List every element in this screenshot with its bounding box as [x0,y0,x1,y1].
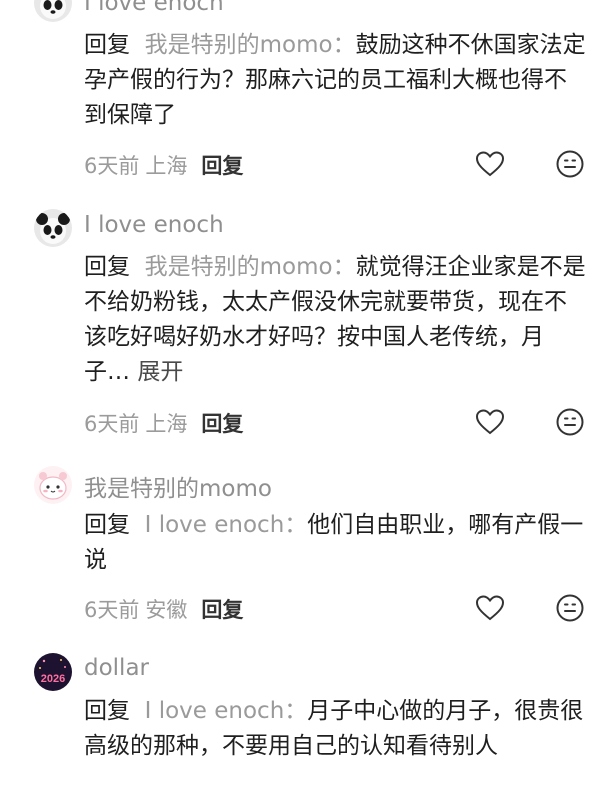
comment-time: 6天前 [84,598,140,622]
reply-target[interactable]: I love enoch： [145,698,308,724]
reply-button[interactable]: 回复 [201,154,243,178]
comment-username[interactable]: 我是特别的momo [84,469,272,503]
reply-target[interactable]: 我是特别的momo： [145,254,356,280]
heart-icon[interactable] [474,148,506,180]
comment-time: 6天前 [84,412,140,436]
comment-username[interactable]: I love enoch [84,212,224,238]
comment-username[interactable]: I love enoch [84,0,224,16]
reply-button[interactable]: 回复 [201,598,243,622]
heart-icon[interactable] [474,406,506,438]
comment-time: 6天前 [84,154,140,178]
emoji-icon[interactable] [554,592,586,624]
comment-text[interactable]: 回复 I love enoch：月子中心做的月子，很贵很高级的那种，不要用自己的… [84,694,589,764]
reply-target[interactable]: 我是特别的momo： [145,32,356,58]
reply-keyword: 回复 [84,512,130,538]
dollar-2026-avatar[interactable]: 2026 [34,653,72,691]
comment-meta: 6天前 安徽 回复 [84,594,243,624]
reply-button[interactable]: 回复 [201,412,243,436]
reply-target[interactable]: I love enoch： [145,512,308,538]
panda-avatar[interactable] [34,0,72,22]
svg-text:2026: 2026 [41,673,65,685]
comment-meta: 6天前 上海 回复 [84,150,243,180]
heart-icon[interactable] [474,592,506,624]
comment-username[interactable]: dollar [84,655,149,681]
reply-keyword: 回复 [84,254,130,280]
comment-text[interactable]: 回复 I love enoch：他们自由职业，哪有产假一说 [84,508,589,578]
comment-location: 安徽 [145,598,188,622]
comment-text[interactable]: 回复 我是特别的momo：鼓励这种不休国家法定孕产假的行为？那麻六记的员工福利大… [84,28,589,133]
emoji-icon[interactable] [554,148,586,180]
expand-link[interactable]: 展开 [137,359,183,385]
emoji-icon[interactable] [554,406,586,438]
pink-character-avatar[interactable] [34,466,72,504]
reply-keyword: 回复 [84,698,130,724]
comment-meta: 6天前 上海 回复 [84,408,243,438]
reply-keyword: 回复 [84,32,130,58]
comment-location: 上海 [145,412,188,436]
comment-location: 上海 [145,154,188,178]
comment-text[interactable]: 回复 我是特别的momo：就觉得汪企业家是不是不给奶粉钱，太太产假没休完就要带货… [84,250,589,390]
panda-avatar[interactable] [34,209,72,247]
